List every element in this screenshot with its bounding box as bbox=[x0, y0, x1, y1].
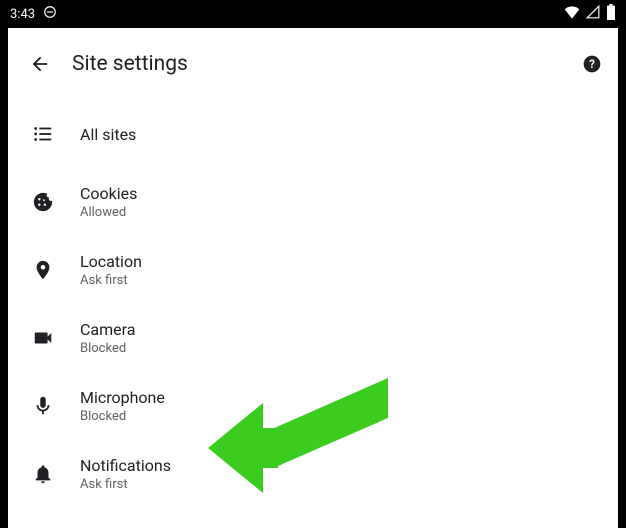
location-icon bbox=[32, 259, 80, 281]
item-sub: Allowed bbox=[80, 205, 137, 220]
help-button[interactable]: ? bbox=[580, 52, 604, 76]
item-all-sites[interactable]: All sites bbox=[8, 102, 618, 166]
settings-list: All sites Cookies Allowed Location Ask fir… bbox=[8, 90, 618, 506]
item-microphone[interactable]: Microphone Blocked bbox=[8, 374, 618, 438]
item-label: Notifications bbox=[80, 456, 171, 475]
item-sub: Blocked bbox=[80, 341, 135, 356]
page-title: Site settings bbox=[72, 52, 580, 76]
item-sub: Ask first bbox=[80, 273, 142, 288]
item-label: Location bbox=[80, 252, 142, 271]
app-bar: Site settings ? bbox=[8, 38, 618, 90]
item-cookies[interactable]: Cookies Allowed bbox=[8, 170, 618, 234]
wifi-icon bbox=[564, 5, 580, 23]
item-label: Cookies bbox=[80, 184, 137, 203]
item-sub: Blocked bbox=[80, 409, 165, 424]
cookie-icon bbox=[32, 191, 80, 213]
item-location[interactable]: Location Ask first bbox=[8, 238, 618, 302]
list-icon bbox=[32, 123, 80, 145]
item-label: All sites bbox=[80, 125, 136, 144]
item-notifications[interactable]: Notifications Ask first bbox=[8, 442, 618, 506]
svg-text:?: ? bbox=[589, 57, 595, 71]
status-bar: 3:43 bbox=[0, 0, 626, 28]
item-camera[interactable]: Camera Blocked bbox=[8, 306, 618, 370]
clock: 3:43 bbox=[10, 7, 35, 22]
signal-icon bbox=[586, 5, 600, 23]
dnd-icon bbox=[43, 5, 57, 23]
microphone-icon bbox=[32, 395, 80, 417]
bell-icon bbox=[32, 463, 80, 485]
back-button[interactable] bbox=[22, 46, 58, 82]
camera-icon bbox=[32, 327, 80, 349]
item-label: Microphone bbox=[80, 388, 165, 407]
settings-page: Site settings ? All sites Cookies Allowed bbox=[8, 28, 618, 528]
item-label: Camera bbox=[80, 320, 135, 339]
item-sub: Ask first bbox=[80, 477, 171, 492]
battery-icon bbox=[606, 4, 616, 24]
